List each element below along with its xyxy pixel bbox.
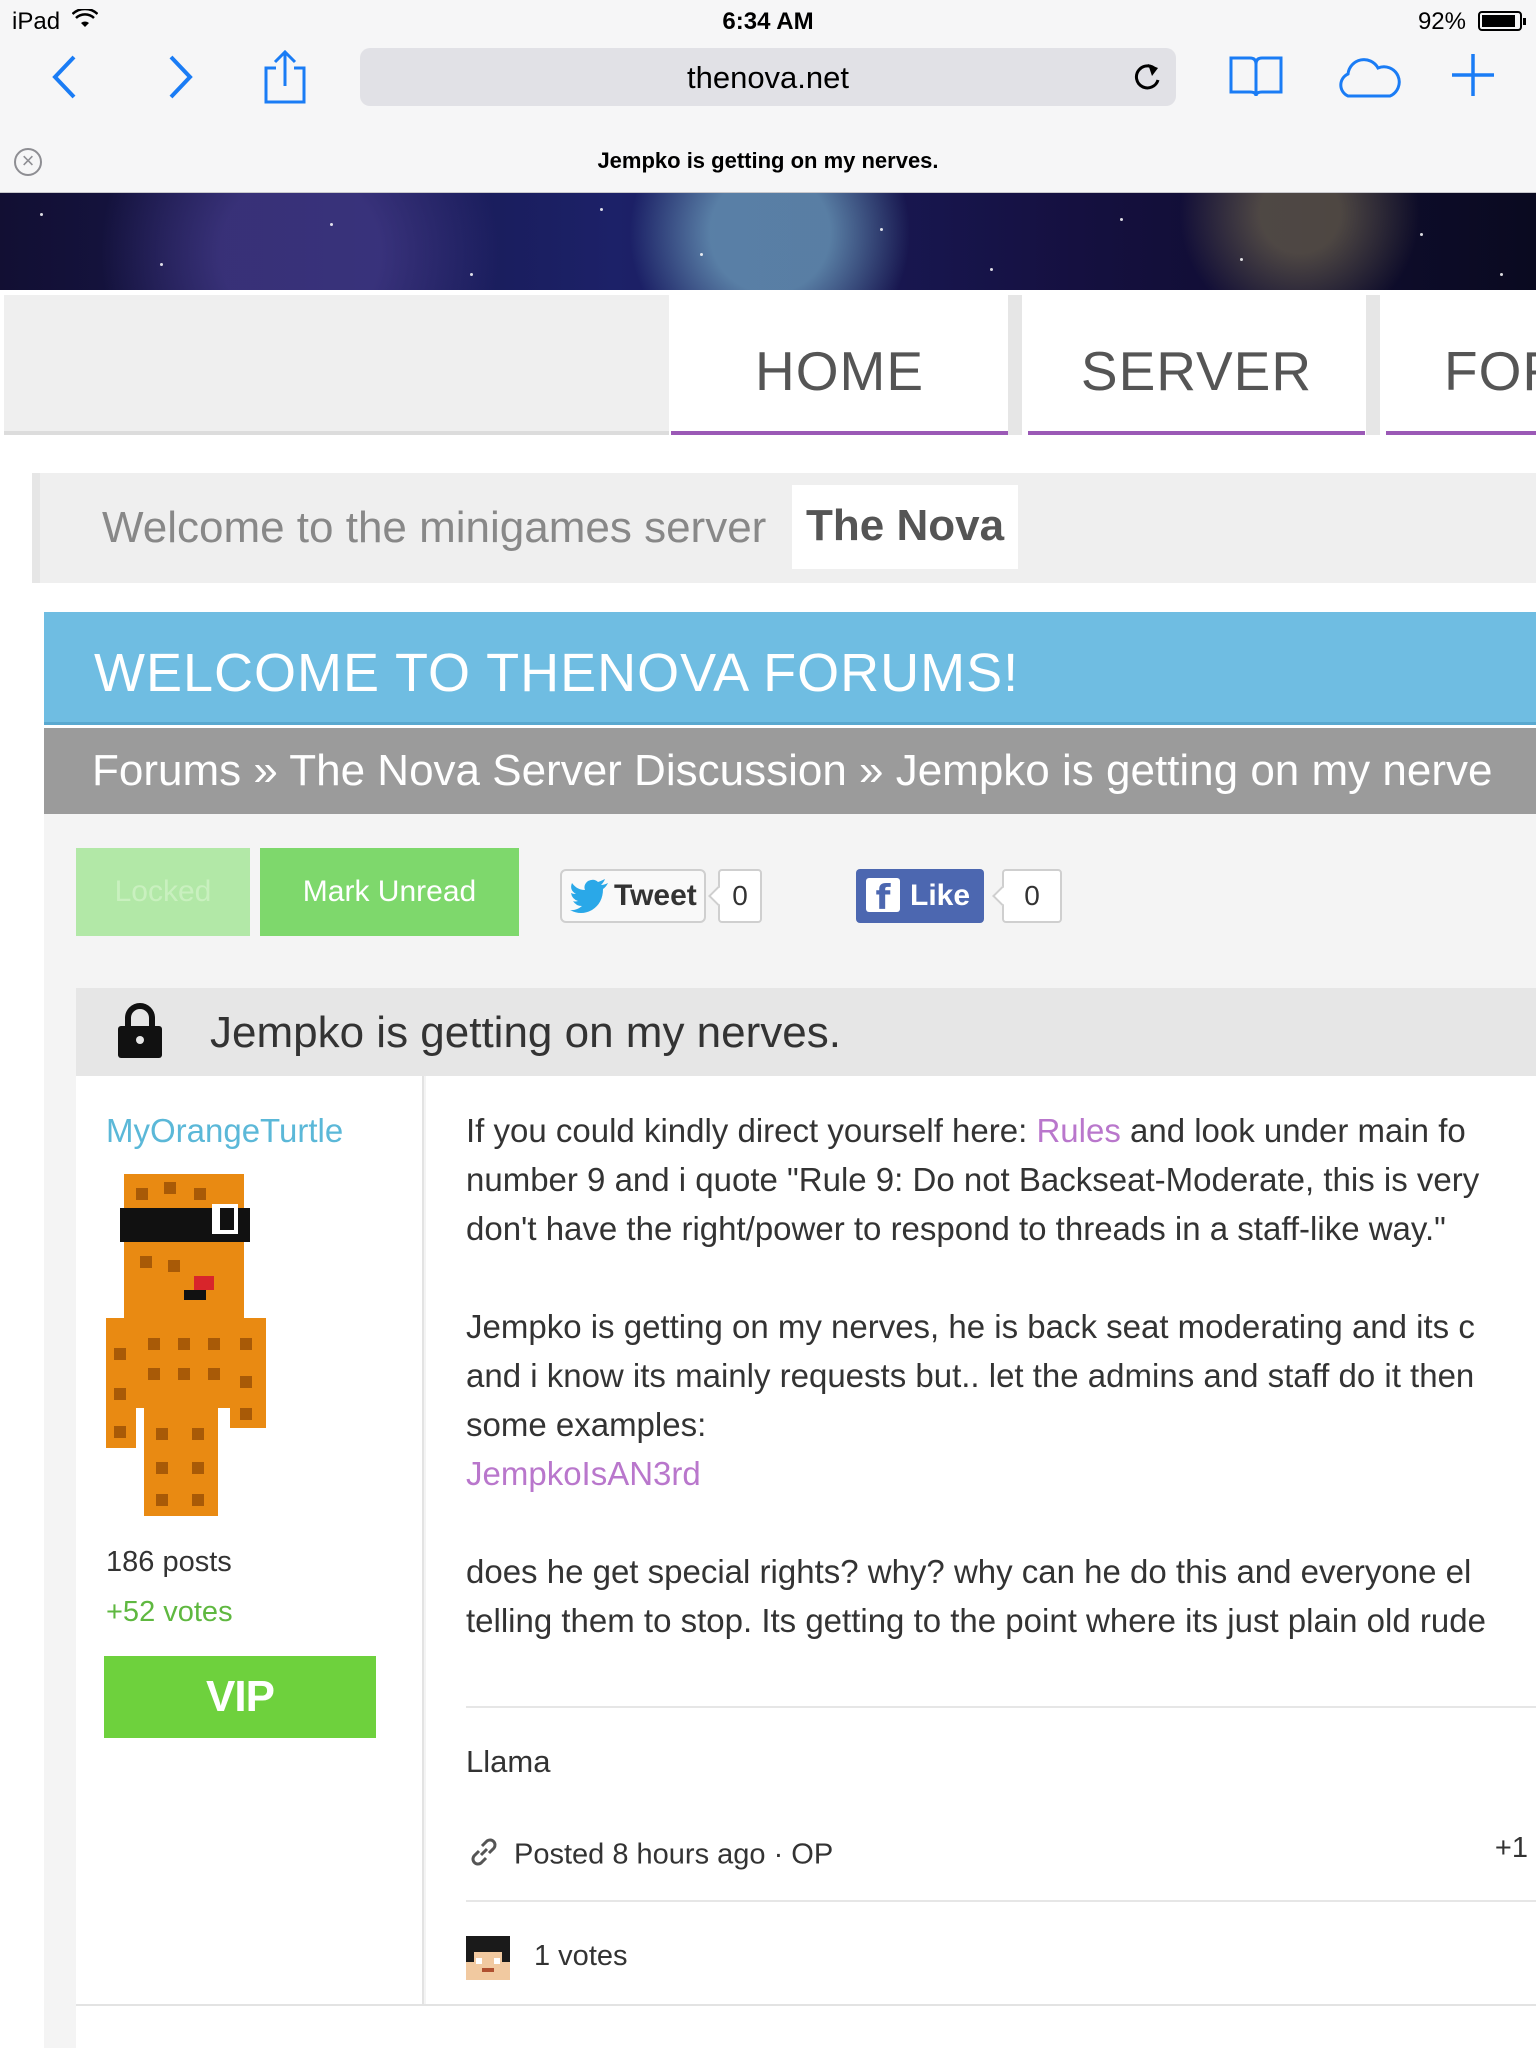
browser-chrome: iPad 6:34 AM 92% thenova.net × Jempko is… xyxy=(0,0,1536,193)
back-icon[interactable] xyxy=(50,54,80,105)
battery-percent: 92% xyxy=(1417,8,1466,35)
signature-divider xyxy=(466,1706,1536,1708)
example-link[interactable]: JempkoIsAN3rd xyxy=(466,1449,1536,1498)
post-author-panel: MyOrangeTurtle 186 posts +52 votes VIP xyxy=(76,1076,424,2004)
bookmarks-icon[interactable] xyxy=(1228,54,1284,103)
post-line: and i know its mainly requests but.. let… xyxy=(466,1357,1475,1394)
tweet-button[interactable]: Tweet xyxy=(560,869,706,923)
author-avatar[interactable] xyxy=(104,1168,276,1523)
like-label: Like xyxy=(910,879,971,912)
banner-star xyxy=(40,213,43,216)
nav-home[interactable]: HOME xyxy=(671,295,1008,435)
reload-icon[interactable] xyxy=(1130,60,1162,99)
banner-star xyxy=(1500,273,1503,276)
post-meta: Posted 8 hours ago · OP xyxy=(466,1834,833,1878)
lock-icon xyxy=(116,1002,164,1065)
next-post-row xyxy=(76,2004,1536,2048)
battery-icon xyxy=(1478,11,1526,31)
nav-separator xyxy=(1008,295,1022,435)
breadcrumb-text[interactable]: Forums » The Nova Server Discussion » Je… xyxy=(92,746,1492,796)
author-post-count: 186 posts xyxy=(106,1546,232,1578)
address-bar[interactable]: thenova.net xyxy=(360,48,1176,106)
main-nav: HOME SERVER FOR xyxy=(0,290,1536,445)
url-text: thenova.net xyxy=(686,60,850,95)
post-text: If you could kindly direct yourself here… xyxy=(466,1112,1037,1149)
thread-header: Jempko is getting on my nerves. xyxy=(76,988,1536,1076)
locked-button[interactable]: Locked xyxy=(76,848,250,936)
icloud-tabs-icon[interactable] xyxy=(1334,56,1404,103)
welcome-strip: Welcome to the minigames server The Nova xyxy=(32,473,1536,583)
nav-separator xyxy=(1366,295,1380,435)
author-signature: Llama xyxy=(466,1744,551,1779)
facebook-icon: f xyxy=(866,878,900,918)
share-icon[interactable] xyxy=(262,49,308,109)
author-vote-count: +52 votes xyxy=(106,1596,233,1628)
tweet-count: 0 xyxy=(718,869,762,923)
tweet-label: Tweet xyxy=(614,879,697,912)
clock: 6:34 AM xyxy=(722,8,814,35)
author-name[interactable]: MyOrangeTurtle xyxy=(106,1112,343,1150)
post-line: does he get special rights? why? why can… xyxy=(466,1553,1472,1590)
banner-star xyxy=(990,268,993,271)
permalink-icon[interactable] xyxy=(466,1834,502,1878)
banner-star xyxy=(880,228,883,231)
welcome-text: Welcome to the minigames server xyxy=(102,503,767,552)
banner-star xyxy=(1420,233,1423,236)
post-line: If you could kindly direct yourself here… xyxy=(466,1106,1536,1155)
banner-star xyxy=(1120,218,1123,221)
post-line: Jempko is getting on my nerves, he is ba… xyxy=(466,1308,1475,1345)
banner-star xyxy=(600,208,603,211)
post-line: number 9 and i quote "Rule 9: Do not Bac… xyxy=(466,1161,1480,1198)
status-bar: iPad 6:34 AM 92% xyxy=(0,0,1536,40)
upvote-button[interactable]: +1 xyxy=(1495,1832,1528,1865)
battery-level xyxy=(1482,15,1515,27)
tab-title[interactable]: Jempko is getting on my nerves. xyxy=(0,148,1536,174)
nav-forums[interactable]: FOR xyxy=(1386,295,1536,435)
facebook-like-button[interactable]: f Like xyxy=(856,869,984,923)
banner-star xyxy=(330,223,333,226)
banner-star xyxy=(1240,258,1243,261)
banner-star xyxy=(470,273,473,276)
rank-badge: VIP xyxy=(104,1656,376,1738)
breadcrumb[interactable]: Forums » The Nova Server Discussion » Je… xyxy=(44,728,1536,814)
banner-star xyxy=(160,263,163,266)
post-line: some examples: xyxy=(466,1406,707,1443)
twitter-bird-icon xyxy=(570,879,610,921)
nav-server[interactable]: SERVER xyxy=(1028,295,1365,435)
mark-unread-button[interactable]: Mark Unread xyxy=(260,848,519,936)
thread-title: Jempko is getting on my nerves. xyxy=(210,1008,841,1057)
post-line: don't have the right/power to respond to… xyxy=(466,1210,1446,1247)
post-text: and look under main fo xyxy=(1120,1112,1466,1149)
new-tab-icon[interactable] xyxy=(1450,52,1496,103)
vote-count: 1 votes xyxy=(534,1940,628,1972)
posted-time: Posted 8 hours ago · OP xyxy=(514,1838,834,1871)
like-count: 0 xyxy=(1002,869,1062,923)
post-content: If you could kindly direct yourself here… xyxy=(466,1106,1536,1645)
forum-header: WELCOME TO THENOVA FORUMS! xyxy=(44,612,1536,725)
server-name: The Nova xyxy=(792,485,1019,569)
voter-avatar[interactable] xyxy=(466,1936,510,1985)
votes-divider xyxy=(466,1900,1536,1902)
banner-star xyxy=(700,253,703,256)
tab-bar: × Jempko is getting on my nerves. xyxy=(0,140,1536,192)
nav-spacer xyxy=(4,295,669,435)
post-line: telling them to stop. Its getting to the… xyxy=(466,1602,1486,1639)
forum-heading: WELCOME TO THENOVA FORUMS! xyxy=(94,643,1020,703)
forward-icon[interactable] xyxy=(165,54,195,105)
post-body-panel: If you could kindly direct yourself here… xyxy=(426,1076,1536,2004)
rules-link[interactable]: Rules xyxy=(1036,1112,1120,1149)
site-banner xyxy=(0,193,1536,290)
